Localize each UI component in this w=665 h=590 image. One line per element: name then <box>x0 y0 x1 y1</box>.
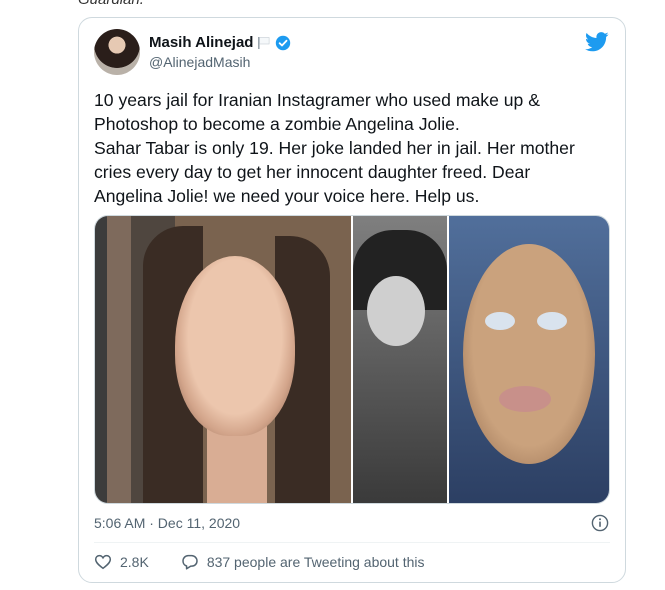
tweet-timestamp[interactable]: 5:06 AM · Dec 11, 2020 <box>94 515 240 531</box>
info-icon[interactable] <box>591 514 609 532</box>
eye-shape <box>485 312 515 330</box>
verified-badge-icon <box>276 35 291 50</box>
tweet-card[interactable]: Masih Alinejad @AlinejadMasih 10 years j… <box>78 17 626 583</box>
tweet-actions: 2.8K 837 people are Tweeting about this <box>94 553 425 571</box>
face-shape <box>463 244 595 464</box>
photo-original-face[interactable] <box>353 216 447 503</box>
heart-icon[interactable] <box>94 553 112 571</box>
photo-sahar-tabar-comparison[interactable] <box>353 216 609 503</box>
photo-angelina-jolie[interactable] <box>95 216 351 503</box>
avatar[interactable] <box>94 29 140 75</box>
white-flag-icon <box>258 36 270 49</box>
eye-shape <box>537 312 567 330</box>
tweeting-about-text[interactable]: 837 people are Tweeting about this <box>207 554 425 570</box>
previous-text-snippet: Guardian. <box>78 0 144 8</box>
face-shape <box>175 256 295 436</box>
tweet-media-grid[interactable] <box>94 215 610 504</box>
photo-edited-face[interactable] <box>449 216 609 503</box>
author-name-row: Masih Alinejad <box>149 34 291 51</box>
divider <box>94 542 610 543</box>
author-handle[interactable]: @AlinejadMasih <box>149 54 250 70</box>
author-name[interactable]: Masih Alinejad <box>149 34 253 51</box>
lips-shape <box>499 386 551 412</box>
tweet-text: 10 years jail for Iranian Instagramer wh… <box>94 90 575 206</box>
like-count[interactable]: 2.8K <box>120 554 149 570</box>
reply-icon[interactable] <box>181 553 199 571</box>
face-shape <box>367 276 425 346</box>
twitter-bird-icon[interactable] <box>585 32 609 52</box>
